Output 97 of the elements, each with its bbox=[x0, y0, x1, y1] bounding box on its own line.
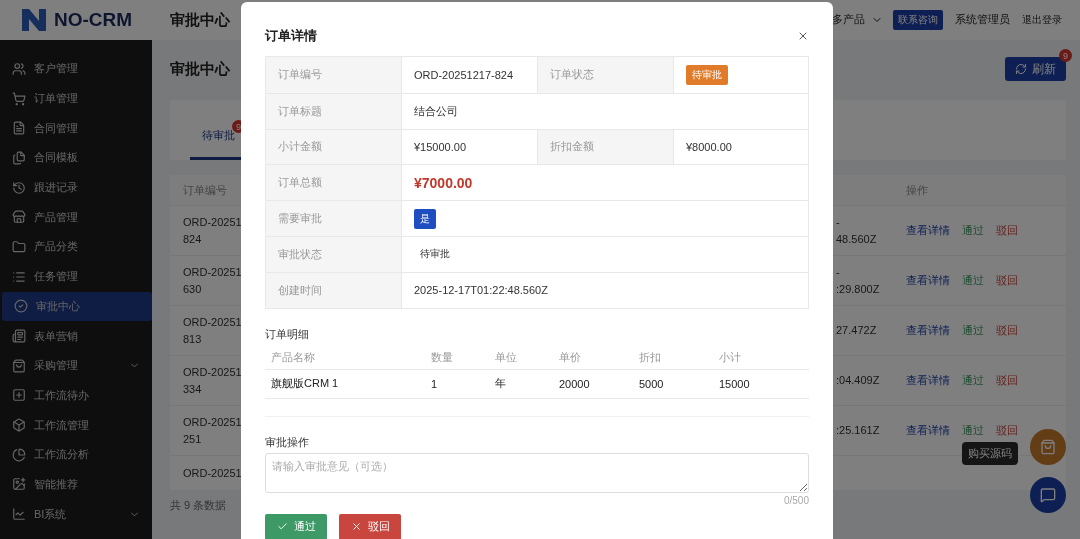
detail-label: 审批状态 bbox=[266, 237, 402, 272]
table-cell-text: - 48.560Z bbox=[836, 214, 878, 247]
detail-label: 小计金额 bbox=[266, 129, 402, 165]
section-title: 审批操作 bbox=[265, 434, 310, 450]
status-tag: 待审批 bbox=[686, 64, 728, 85]
action-link[interactable]: 驳回 bbox=[996, 223, 1018, 238]
table-cell-text: 年 bbox=[495, 376, 507, 392]
detail-label: 创建时间 bbox=[266, 272, 402, 308]
sidebar-item[interactable]: 订单管理 bbox=[0, 83, 152, 114]
status-tag: 是 bbox=[414, 208, 436, 229]
action-link[interactable]: 通过 bbox=[962, 223, 984, 238]
shopping-bag-icon bbox=[1040, 439, 1056, 455]
table-cell-text: :04.409Z bbox=[836, 373, 881, 388]
detail-label: 订单总额 bbox=[266, 165, 402, 201]
tooltip: 购买源码 bbox=[962, 442, 1018, 465]
sidebar-item[interactable]: 产品管理 bbox=[0, 202, 152, 233]
count-badge: 9 bbox=[1059, 49, 1072, 62]
sidebar-item[interactable]: 客户管理 bbox=[0, 54, 152, 84]
table-cell-text: ORD-20251 334 bbox=[183, 364, 243, 397]
action-link[interactable]: 通过 bbox=[962, 423, 984, 438]
user-name[interactable]: 系统管理员 bbox=[955, 13, 1010, 27]
sidebar-item[interactable]: 工作流管理 bbox=[0, 410, 152, 440]
cross-icon bbox=[350, 521, 362, 533]
sidebar-item[interactable]: 工作流待办 bbox=[0, 380, 152, 411]
action-link[interactable]: 查看详情 bbox=[906, 223, 950, 238]
chat-icon bbox=[1040, 487, 1056, 503]
table-cell-text: ORD-20251 630 bbox=[183, 264, 243, 297]
action-link[interactable]: 驳回 bbox=[996, 273, 1018, 288]
column-header: 折扣 bbox=[639, 349, 662, 365]
page-title: 审批中心 bbox=[170, 10, 231, 30]
table-cell-text: 20000 bbox=[559, 377, 591, 390]
char-counter: 0/500 bbox=[782, 494, 809, 506]
column-header: 单位 bbox=[495, 349, 518, 365]
total-count: 共 9 条数据 bbox=[170, 498, 227, 513]
chat-button[interactable] bbox=[1030, 477, 1066, 513]
logout-link[interactable]: 退出登录 bbox=[1022, 13, 1062, 27]
action-link[interactable]: 通过 bbox=[962, 323, 984, 338]
sidebar-item[interactable]: 合同模板 bbox=[0, 143, 152, 173]
sidebar-item[interactable]: BI系统 bbox=[0, 499, 152, 529]
detail-label: 折扣金额 bbox=[538, 129, 674, 165]
contact-button[interactable]: 联系咨询 bbox=[893, 10, 943, 30]
sidebar-item[interactable]: 采购管理 bbox=[0, 350, 152, 381]
action-link[interactable]: 通过 bbox=[962, 373, 984, 388]
column-header: 产品名称 bbox=[271, 349, 316, 365]
sidebar-item[interactable]: 跟进记录 bbox=[0, 172, 152, 203]
table-cell-text: ORD-20251 824 bbox=[183, 214, 243, 247]
column-header: 数量 bbox=[431, 349, 454, 365]
action-link[interactable]: 通过 bbox=[962, 273, 984, 288]
close-button[interactable] bbox=[797, 30, 809, 42]
table-cell-text: ORD-20251 bbox=[183, 465, 243, 481]
table-cell-text: ORD-20251 251 bbox=[183, 414, 243, 447]
detail-label: 订单状态 bbox=[538, 57, 674, 93]
detail-value: ¥15000.00 bbox=[414, 141, 466, 153]
section-title: 审批中心 bbox=[170, 59, 230, 79]
reject-button[interactable]: 驳回 bbox=[339, 513, 401, 539]
detail-value: 2025-12-17T01:22:48.560Z bbox=[414, 284, 548, 297]
action-link[interactable]: 驳回 bbox=[996, 323, 1018, 338]
table-cell-text: - :29.800Z bbox=[836, 264, 881, 297]
approve-button[interactable]: 通过 bbox=[265, 513, 327, 539]
action-link[interactable]: 驳回 bbox=[996, 373, 1018, 388]
close-icon bbox=[797, 30, 809, 42]
column-header: 小计 bbox=[719, 349, 742, 365]
detail-label: 需要审批 bbox=[266, 201, 402, 236]
detail-label: 订单标题 bbox=[266, 93, 402, 129]
action-link[interactable]: 查看详情 bbox=[906, 373, 950, 388]
detail-value: ¥7000.00 bbox=[414, 174, 473, 191]
sidebar-item[interactable]: 智能推荐 bbox=[0, 469, 152, 500]
table-cell-text: :25.161Z bbox=[836, 423, 881, 438]
detail-value: 结合公司 bbox=[414, 103, 458, 119]
action-link[interactable]: 查看详情 bbox=[906, 273, 950, 288]
logo-text: NO-CRM bbox=[54, 9, 133, 31]
table-cell-text: 27.472Z bbox=[836, 323, 878, 338]
sidebar-item[interactable]: 产品分类 bbox=[0, 232, 152, 262]
comment-field[interactable]: 请输入审批意见（可选） bbox=[265, 452, 809, 493]
action-link[interactable]: 驳回 bbox=[996, 423, 1018, 438]
detail-value: ORD-20251217-824 bbox=[414, 68, 514, 81]
action-link[interactable]: 查看详情 bbox=[906, 323, 950, 338]
section-title: 订单明细 bbox=[265, 326, 310, 342]
dialog-title: 订单详情 bbox=[265, 27, 317, 45]
sidebar-item[interactable]: 合同管理 bbox=[0, 113, 152, 144]
column-header: 单价 bbox=[559, 349, 582, 365]
detail-value: ¥8000.00 bbox=[686, 141, 732, 153]
refresh-button[interactable]: 刷新 bbox=[1005, 57, 1066, 81]
logo-icon bbox=[20, 7, 48, 33]
sidebar-item[interactable]: 工作流分析 bbox=[0, 439, 152, 470]
sidebar-item[interactable]: 任务管理 bbox=[0, 261, 152, 292]
sidebar-item[interactable]: 表单营销 bbox=[0, 321, 152, 351]
table-cell-text: 旗舰版CRM 1 bbox=[271, 376, 340, 392]
table-cell-text: 1 bbox=[431, 377, 439, 390]
table-cell-text: 5000 bbox=[639, 377, 665, 390]
refresh-icon bbox=[1015, 63, 1027, 75]
detail-label: 订单编号 bbox=[266, 57, 402, 93]
action-link[interactable]: 查看详情 bbox=[906, 423, 950, 438]
table-cell-text: ORD-20251 813 bbox=[183, 314, 243, 347]
sidebar-item[interactable]: 审批中心 bbox=[2, 291, 152, 322]
product-menu[interactable]: 多产品 bbox=[832, 13, 883, 27]
table-cell-text: 15000 bbox=[719, 377, 751, 390]
